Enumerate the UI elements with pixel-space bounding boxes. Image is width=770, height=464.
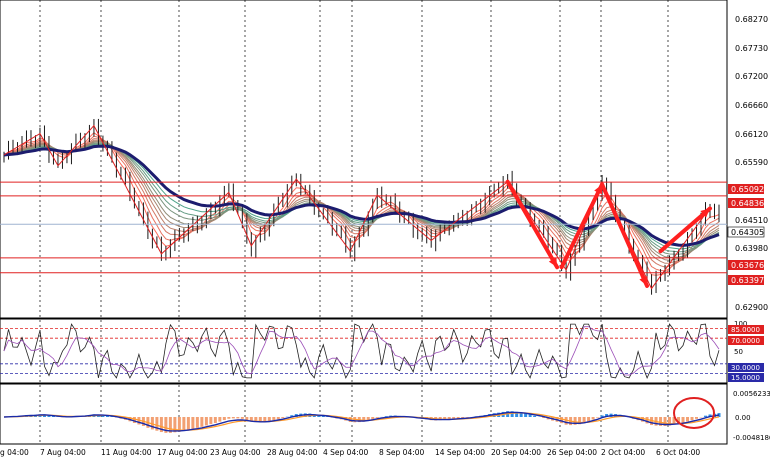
macd-bar [241,417,244,419]
price-tick: 0.67200 [735,72,768,81]
macd-bar [686,417,689,422]
time-tick: 7 Aug 04:00 [40,448,86,457]
macd-bar [227,417,230,419]
time-tick: 8 Sep 04:00 [379,448,425,457]
macd-tick: 0.00 [735,414,751,422]
macd-bar [205,417,208,425]
chart-background [0,0,770,460]
price-tick: 0.66120 [735,130,768,139]
macd-bar [272,417,275,420]
time-tick: 23 Aug 04:00 [210,448,261,457]
macd-tick: -0.0048186 [733,434,770,442]
macd-bar [236,417,239,418]
price-tick: 0.67730 [735,44,768,53]
time-tick: 6 Oct 04:00 [656,448,700,457]
macd-bar [281,417,284,418]
time-tick: 11 Aug 04:00 [101,448,152,457]
level-tag: 0.65092 [731,185,764,194]
macd-bar [376,417,379,418]
price-tick: 0.64510 [735,216,768,225]
time-axis[interactable]: g 04:00 7 Aug 04:00 11 Aug 04:00 17 Aug … [0,448,700,457]
rsi-tag: 70.0000 [731,337,760,345]
time-tick: 26 Sep 04:00 [547,448,597,457]
level-tag: 0.63397 [731,276,764,285]
macd-bar [209,417,212,424]
rsi-tick: 50 [734,348,743,356]
rsi-tag: 85.0000 [731,326,760,334]
rsi-tag: 15.0000 [731,374,760,382]
macd-bar [223,417,226,420]
macd-bar [587,417,590,421]
macd-bar [214,417,217,423]
price-tick: 0.62900 [735,303,768,312]
macd-bar [196,417,199,428]
macd-bar [592,417,595,419]
macd-bar [191,417,194,429]
price-tick: 0.66660 [735,101,768,110]
macd-bar [691,417,694,420]
price-tick: 0.63980 [735,244,768,253]
trading-chart[interactable]: 0.68270 0.67730 0.67200 0.66660 0.66120 … [0,0,770,460]
macd-bar [182,417,185,431]
current-price-tag: 0.64305 [731,228,764,237]
macd-tick: 0.0056233 [733,390,770,398]
macd-bar [596,417,599,418]
time-tick: 20 Sep 04:00 [491,448,541,457]
price-tick: 0.68270 [735,15,768,24]
time-tick: 14 Sep 04:00 [435,448,485,457]
macd-bar [682,417,685,423]
time-tick: 17 Aug 04:00 [157,448,208,457]
time-tick: g 04:00 [0,448,29,457]
chart-canvas[interactable]: 0.68270 0.67730 0.67200 0.66660 0.66120 … [0,0,770,460]
macd-bar [218,417,221,422]
level-tag: 0.64836 [731,199,764,208]
time-tick: 4 Sep 04:00 [323,448,369,457]
time-tick: 28 Aug 04:00 [267,448,318,457]
macd-bar [232,417,235,418]
price-tick: 0.65590 [735,158,768,167]
macd-bar [187,417,190,430]
macd-bar [200,417,203,427]
macd-bar [277,417,280,419]
macd-bar [529,415,532,417]
macd-bar [695,417,698,419]
time-tick: 2 Oct 04:00 [601,448,645,457]
macd-bar [533,416,536,417]
rsi-tag: 30.0000 [731,364,760,372]
level-tag: 0.63676 [731,261,764,270]
